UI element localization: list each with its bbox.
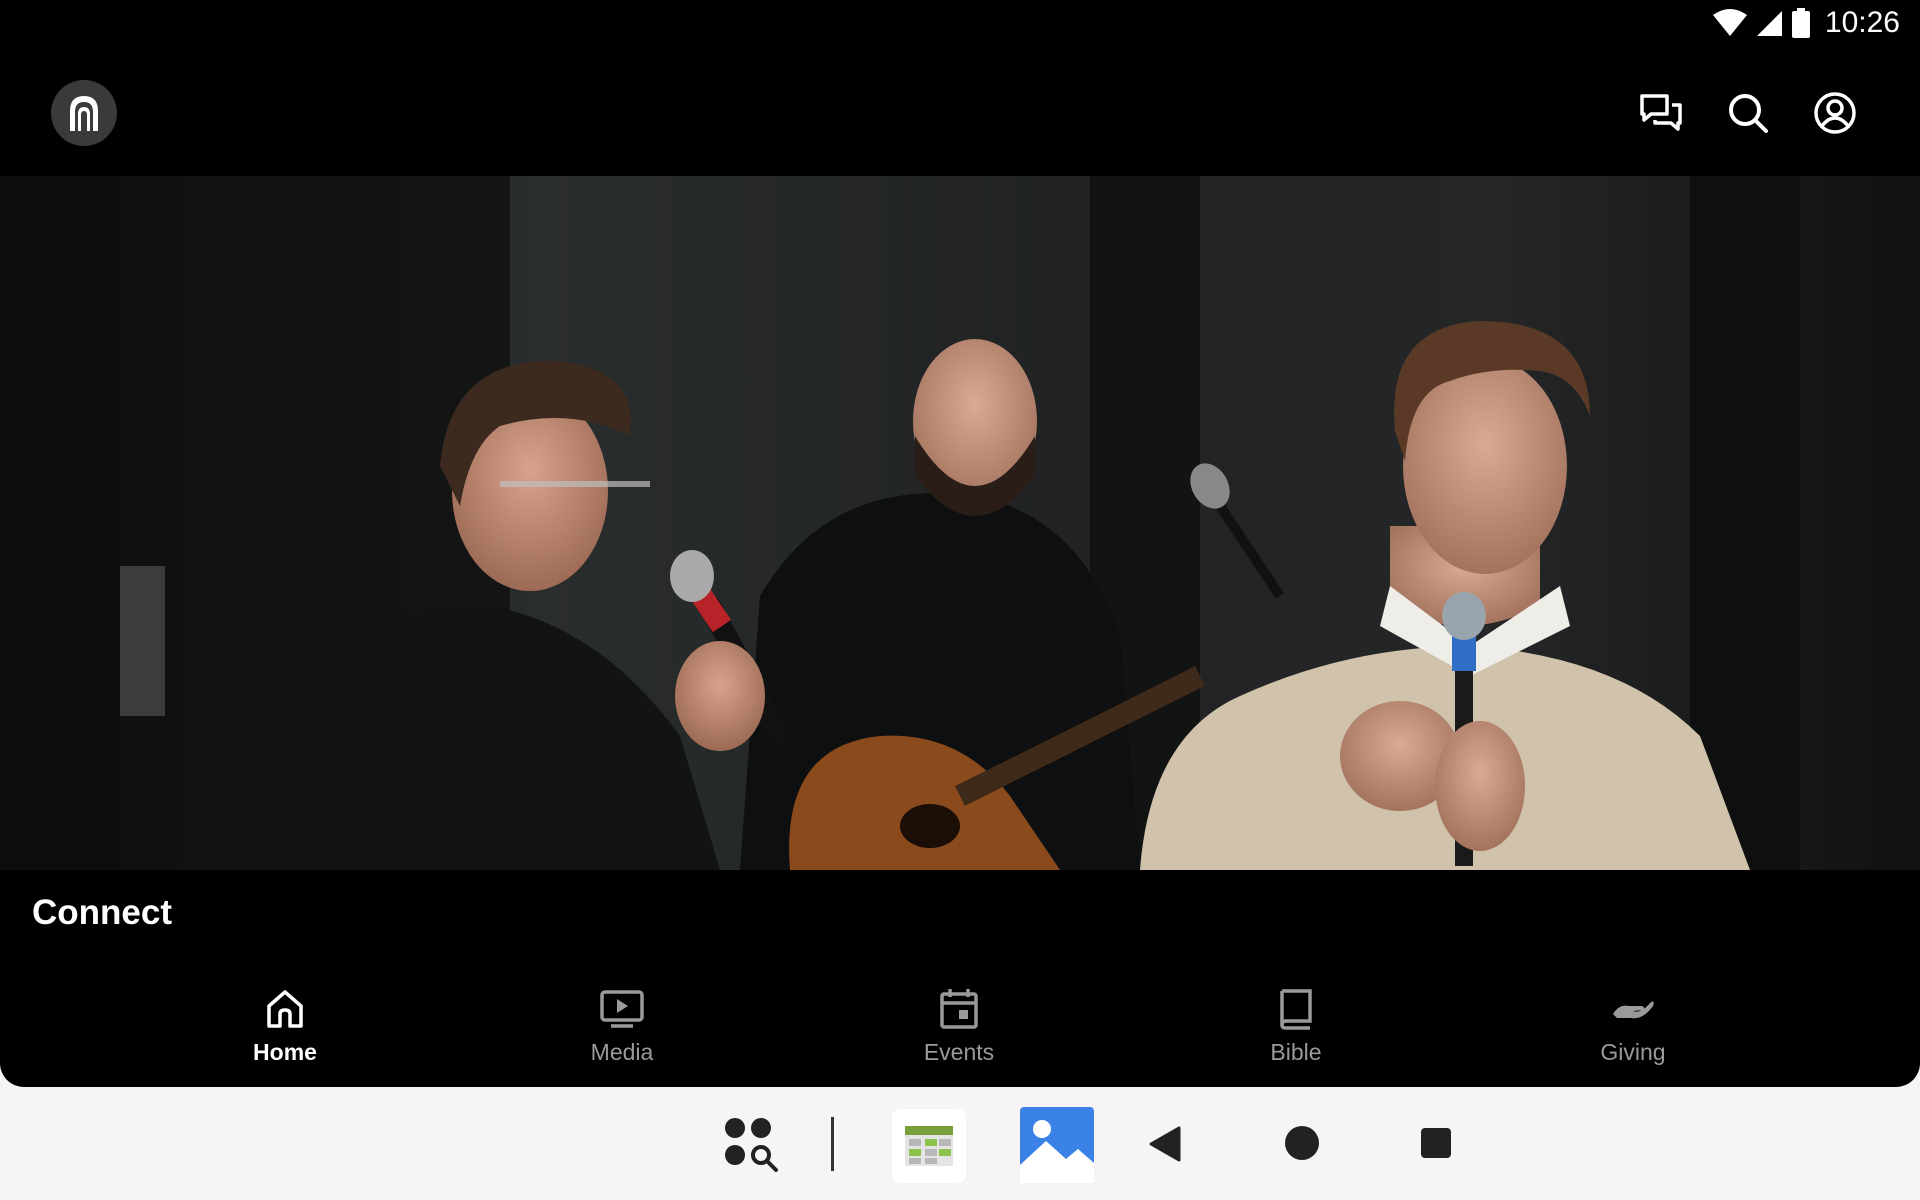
home-icon — [261, 985, 309, 1033]
media-play-icon — [598, 985, 646, 1033]
chat-icon[interactable] — [1636, 88, 1686, 138]
cellular-signal-icon — [1755, 9, 1783, 37]
calendar-icon — [935, 985, 983, 1033]
nav-item-events[interactable]: Events — [869, 985, 1049, 1075]
nav-label-giving: Giving — [1600, 1039, 1666, 1065]
giving-hand-icon — [1609, 985, 1657, 1033]
recents-square-icon[interactable] — [1416, 1121, 1456, 1165]
nav-label-events: Events — [923, 1039, 995, 1065]
wifi-icon — [1712, 9, 1747, 37]
nav-item-media[interactable]: Media — [532, 985, 712, 1075]
bottom-navigation: Home Media Events Bible Giving — [0, 985, 1920, 1085]
search-icon[interactable] — [1723, 88, 1773, 138]
nav-item-bible[interactable]: Bible — [1206, 985, 1386, 1075]
account-icon[interactable] — [1810, 88, 1860, 138]
nav-item-home[interactable]: Home — [195, 985, 375, 1075]
system-navigation-bar — [0, 1087, 1920, 1200]
app-window: 10:26 Connect Home Media Events Bible Gi… — [0, 0, 1920, 1087]
app-bar — [0, 50, 1920, 176]
status-bar: 10:26 — [0, 0, 1920, 50]
taskbar-app-spreadsheet[interactable] — [892, 1109, 966, 1183]
app-search-icon[interactable] — [718, 1113, 784, 1175]
hero-image[interactable] — [0, 176, 1920, 870]
nav-label-bible: Bible — [1270, 1039, 1322, 1065]
section-title: Connect — [32, 893, 172, 932]
church-arch-logo[interactable] — [51, 80, 117, 146]
home-circle-icon[interactable] — [1280, 1121, 1324, 1165]
nav-label-home: Home — [253, 1039, 317, 1065]
taskbar-divider — [831, 1117, 834, 1171]
battery-icon — [1791, 8, 1811, 38]
taskbar-app-gallery[interactable] — [1020, 1107, 1094, 1183]
status-clock: 10:26 — [1824, 6, 1900, 39]
nav-label-media: Media — [590, 1039, 654, 1065]
nav-item-giving[interactable]: Giving — [1543, 985, 1723, 1075]
book-icon — [1272, 985, 1320, 1033]
back-icon[interactable] — [1145, 1121, 1185, 1167]
